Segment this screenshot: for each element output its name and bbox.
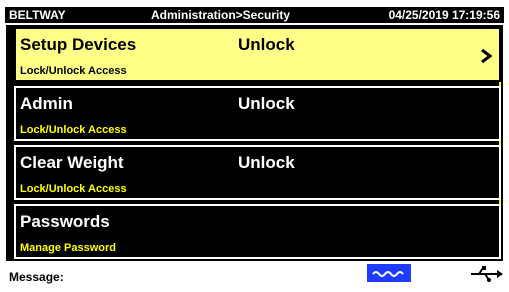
menu-item-admin[interactable]: Admin Unlock Lock/Unlock Access <box>14 86 501 141</box>
brand-label: BELTWAY <box>9 8 66 22</box>
chevron-right-icon[interactable] <box>479 47 493 65</box>
screen: BELTWAY Administration>Security 04/25/20… <box>0 0 509 292</box>
status-bar: Message: <box>5 262 504 286</box>
item-subtitle: Lock/Unlock Access <box>20 183 127 195</box>
item-subtitle: Manage Password <box>20 242 116 254</box>
item-subtitle: Lock/Unlock Access <box>20 65 127 77</box>
item-title: Setup Devices <box>20 35 137 54</box>
item-title: Passwords <box>20 212 110 231</box>
menu-item-setup-devices[interactable]: Setup Devices Unlock Lock/Unlock Access <box>14 27 501 82</box>
item-status: Unlock <box>238 35 295 54</box>
security-menu-list: Setup Devices Unlock Lock/Unlock Access … <box>5 24 504 262</box>
breadcrumb: Administration>Security <box>151 8 291 22</box>
usb-icon <box>471 266 503 282</box>
menu-item-clear-weight[interactable]: Clear Weight Unlock Lock/Unlock Access <box>14 145 501 200</box>
menu-item-passwords[interactable]: Passwords Manage Password <box>14 204 501 259</box>
datetime-label: 04/25/2019 17:19:56 <box>388 8 500 22</box>
message-label: Message: <box>9 270 64 284</box>
item-status: Unlock <box>238 153 295 172</box>
title-bar: BELTWAY Administration>Security 04/25/20… <box>5 7 504 23</box>
wave-icon <box>367 264 411 282</box>
item-status: Unlock <box>238 94 295 113</box>
item-title: Admin <box>20 94 73 113</box>
item-title: Clear Weight <box>20 153 124 172</box>
item-subtitle: Lock/Unlock Access <box>20 124 127 136</box>
